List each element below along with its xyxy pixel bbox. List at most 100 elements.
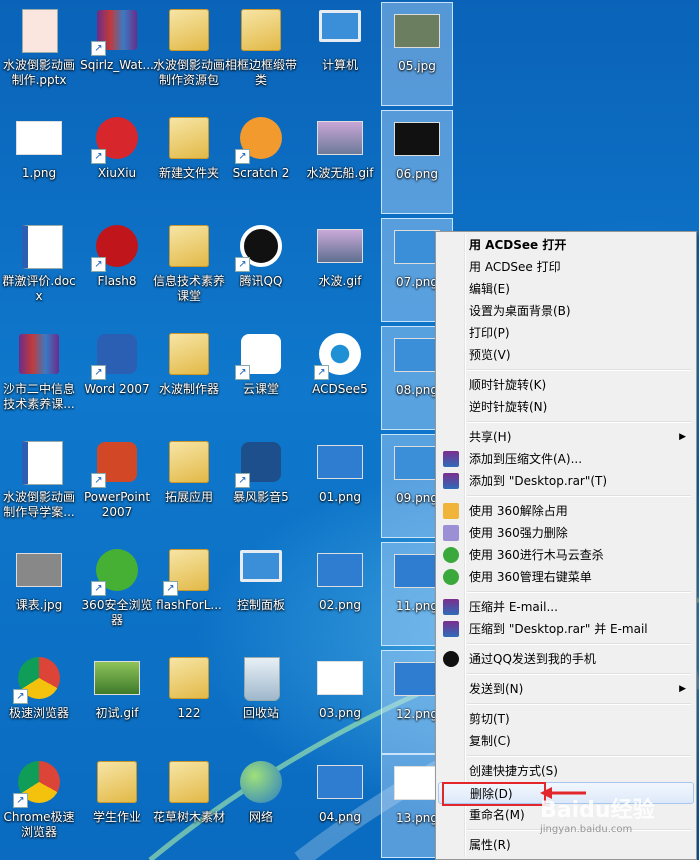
image-thumbnail-icon (394, 446, 440, 480)
control-panel-icon (240, 550, 282, 582)
desktop-icon-extend-folder[interactable]: 拓展应用 (153, 434, 225, 538)
image-thumbnail-icon (317, 765, 363, 799)
desktop-icon-computer[interactable]: 计算机 (304, 2, 376, 106)
menu-item-rotate-cw[interactable]: 顺时针旋转(K) (438, 374, 694, 396)
network-globe-icon (240, 761, 282, 803)
menu-separator (467, 421, 691, 423)
folder-icon (169, 9, 209, 51)
context-menu: 用 ACDSee 打开 用 ACDSee 打印 编辑(E) 设置为桌面背景(B)… (435, 231, 697, 860)
desktop-icon-scratch[interactable]: ↗ Scratch 2 (225, 110, 297, 214)
menu-item-open-acdsee[interactable]: 用 ACDSee 打开 (438, 234, 694, 256)
menu-item-share[interactable]: 共享(H) ▶ (438, 426, 694, 448)
menu-item-360-force-delete[interactable]: 使用 360强力删除 (438, 522, 694, 544)
menu-item-send-to[interactable]: 发送到(N) ▶ (438, 678, 694, 700)
desktop-icon-trial-gif[interactable]: 初试.gif (81, 650, 153, 754)
desktop-icon-qq[interactable]: ↗ 腾讯QQ (225, 218, 297, 322)
desktop-icon-cloud-class[interactable]: ↗ 云课堂 (225, 326, 297, 430)
desktop-icon-school-rar[interactable]: 沙市二中信息技术素养课... (3, 326, 75, 430)
computer-icon (319, 10, 361, 42)
image-thumbnail-icon (394, 766, 440, 800)
desktop-icon-03png[interactable]: 03.png (304, 650, 376, 754)
desktop-icon-flashforl[interactable]: ↗ flashForL... (153, 542, 225, 646)
desktop-icon-frame-folder[interactable]: 相框边框缎带类 (225, 2, 297, 106)
360-shredder-icon (443, 525, 459, 541)
image-thumbnail-icon (317, 661, 363, 695)
menu-item-add-archive[interactable]: 添加到压缩文件(A)... (438, 448, 694, 470)
image-thumbnail-icon (317, 445, 363, 479)
desktop-icon-plants-folder[interactable]: 花草树木素材 (153, 754, 225, 858)
menu-item-copy[interactable]: 复制(C) (438, 730, 694, 752)
menu-item-rotate-ccw[interactable]: 逆时针旋转(N) (438, 396, 694, 418)
shortcut-arrow-icon: ↗ (91, 365, 106, 380)
desktop-icon-new-folder[interactable]: 新建文件夹 (153, 110, 225, 214)
word-doc-icon (22, 225, 63, 269)
desktop-icon-xiuxiu[interactable]: ↗ XiuXiu (81, 110, 153, 214)
folder-icon (169, 761, 209, 803)
menu-item-compress-email[interactable]: 压缩并 E-mail... (438, 596, 694, 618)
submenu-arrow-icon: ▶ (679, 684, 686, 694)
desktop-icon-04png[interactable]: 04.png (304, 754, 376, 858)
winrar-icon (443, 451, 459, 467)
desktop-icon-ppt2007[interactable]: ↗ PowerPoint 2007 (81, 434, 153, 538)
desktop-icon-05jpg[interactable]: 05.jpg (381, 2, 453, 106)
desktop-icon-recycle-bin[interactable]: 回收站 (225, 650, 297, 754)
winrar-icon (443, 599, 459, 615)
submenu-arrow-icon: ▶ (679, 432, 686, 442)
desktop-icon-resource-folder[interactable]: 水波倒影动画制作资源包 (153, 2, 225, 106)
desktop-icon-docx[interactable]: 群激评价.docx (2, 218, 76, 322)
shortcut-arrow-icon: ↗ (235, 257, 250, 272)
menu-item-qq-send-phone[interactable]: 通过QQ发送到我的手机 (438, 648, 694, 670)
desktop-icon-pptx[interactable]: 水波倒影动画制作.pptx (3, 2, 75, 106)
recycle-bin-icon (244, 657, 280, 701)
desktop-icon-water-gif[interactable]: 水波无船.gif (304, 110, 376, 214)
desktop-icon-acdsee[interactable]: ↗ ACDSee5 (304, 326, 376, 430)
winrar-icon (443, 473, 459, 489)
image-thumbnail-icon (394, 230, 440, 264)
image-thumbnail-icon (394, 122, 440, 156)
menu-item-add-desktop-rar[interactable]: 添加到 "Desktop.rar"(T) (438, 470, 694, 492)
menu-item-set-wallpaper[interactable]: 设置为桌面背景(B) (438, 300, 694, 322)
desktop-icon-flash8[interactable]: ↗ Flash8 (81, 218, 153, 322)
desktop-icon-chrome-speed[interactable]: ↗ Chrome极速浏览器 (3, 754, 75, 858)
desktop-icon-guide-doc[interactable]: 水波倒影动画制作导学案... (3, 434, 75, 538)
menu-item-print[interactable]: 打印(P) (438, 322, 694, 344)
desktop-icon-1png[interactable]: 1.png (3, 110, 75, 214)
menu-item-create-shortcut[interactable]: 创建快捷方式(S) (438, 760, 694, 782)
desktop-icon-control-panel[interactable]: 控制面板 (225, 542, 297, 646)
desktop-icon-01png[interactable]: 01.png (304, 434, 376, 538)
desktop-icon-schedule-jpg[interactable]: 课表.jpg (3, 542, 75, 646)
desktop-icon-02png[interactable]: 02.png (304, 542, 376, 646)
desktop-icon-network[interactable]: 网络 (225, 754, 297, 858)
menu-item-preview[interactable]: 预览(V) (438, 344, 694, 366)
menu-item-print-acdsee[interactable]: 用 ACDSee 打印 (438, 256, 694, 278)
pptx-file-icon (22, 9, 58, 53)
menu-item-360-unlock[interactable]: 使用 360解除占用 (438, 500, 694, 522)
desktop-icon-sqirlz[interactable]: ↗ Sqirlz_Wat... (80, 2, 154, 106)
menu-separator (467, 369, 691, 371)
desktop-icon-speed-browser[interactable]: ↗ 极速浏览器 (3, 650, 75, 754)
folder-icon (169, 441, 209, 483)
desktop-icon-class-folder[interactable]: 信息技术素养课堂 (153, 218, 225, 322)
qq-penguin-icon (443, 651, 459, 667)
desktop-icon-122[interactable]: 122 (153, 650, 225, 754)
desktop-icon-water2-gif[interactable]: 水波.gif (304, 218, 376, 322)
menu-item-compress-desktop-email[interactable]: 压缩到 "Desktop.rar" 并 E-mail (438, 618, 694, 640)
winrar-icon (19, 334, 59, 374)
menu-item-properties[interactable]: 属性(R) (438, 834, 694, 856)
menu-item-cut[interactable]: 剪切(T) (438, 708, 694, 730)
desktop-icon-baofeng[interactable]: ↗ 暴风影音5 (225, 434, 297, 538)
menu-separator (467, 703, 691, 705)
shortcut-arrow-icon: ↗ (91, 149, 106, 164)
desktop-icon-water-maker[interactable]: 水波制作器 (153, 326, 225, 430)
desktop-icon-word2007[interactable]: ↗ Word 2007 (81, 326, 153, 430)
menu-item-edit[interactable]: 编辑(E) (438, 278, 694, 300)
desktop-icon-360browser[interactable]: ↗ 360安全浏览器 (81, 542, 153, 646)
image-thumbnail-icon (394, 338, 440, 372)
menu-item-360-manage-menu[interactable]: 使用 360管理右键菜单 (438, 566, 694, 588)
desktop-icon-homework[interactable]: 学生作业 (81, 754, 153, 858)
image-thumbnail-icon (394, 14, 440, 48)
desktop-icon-06png[interactable]: 06.png (381, 110, 453, 214)
image-thumbnail-icon (317, 121, 363, 155)
menu-item-360-trojan-scan[interactable]: 使用 360进行木马云查杀 (438, 544, 694, 566)
highlight-box (442, 782, 546, 806)
